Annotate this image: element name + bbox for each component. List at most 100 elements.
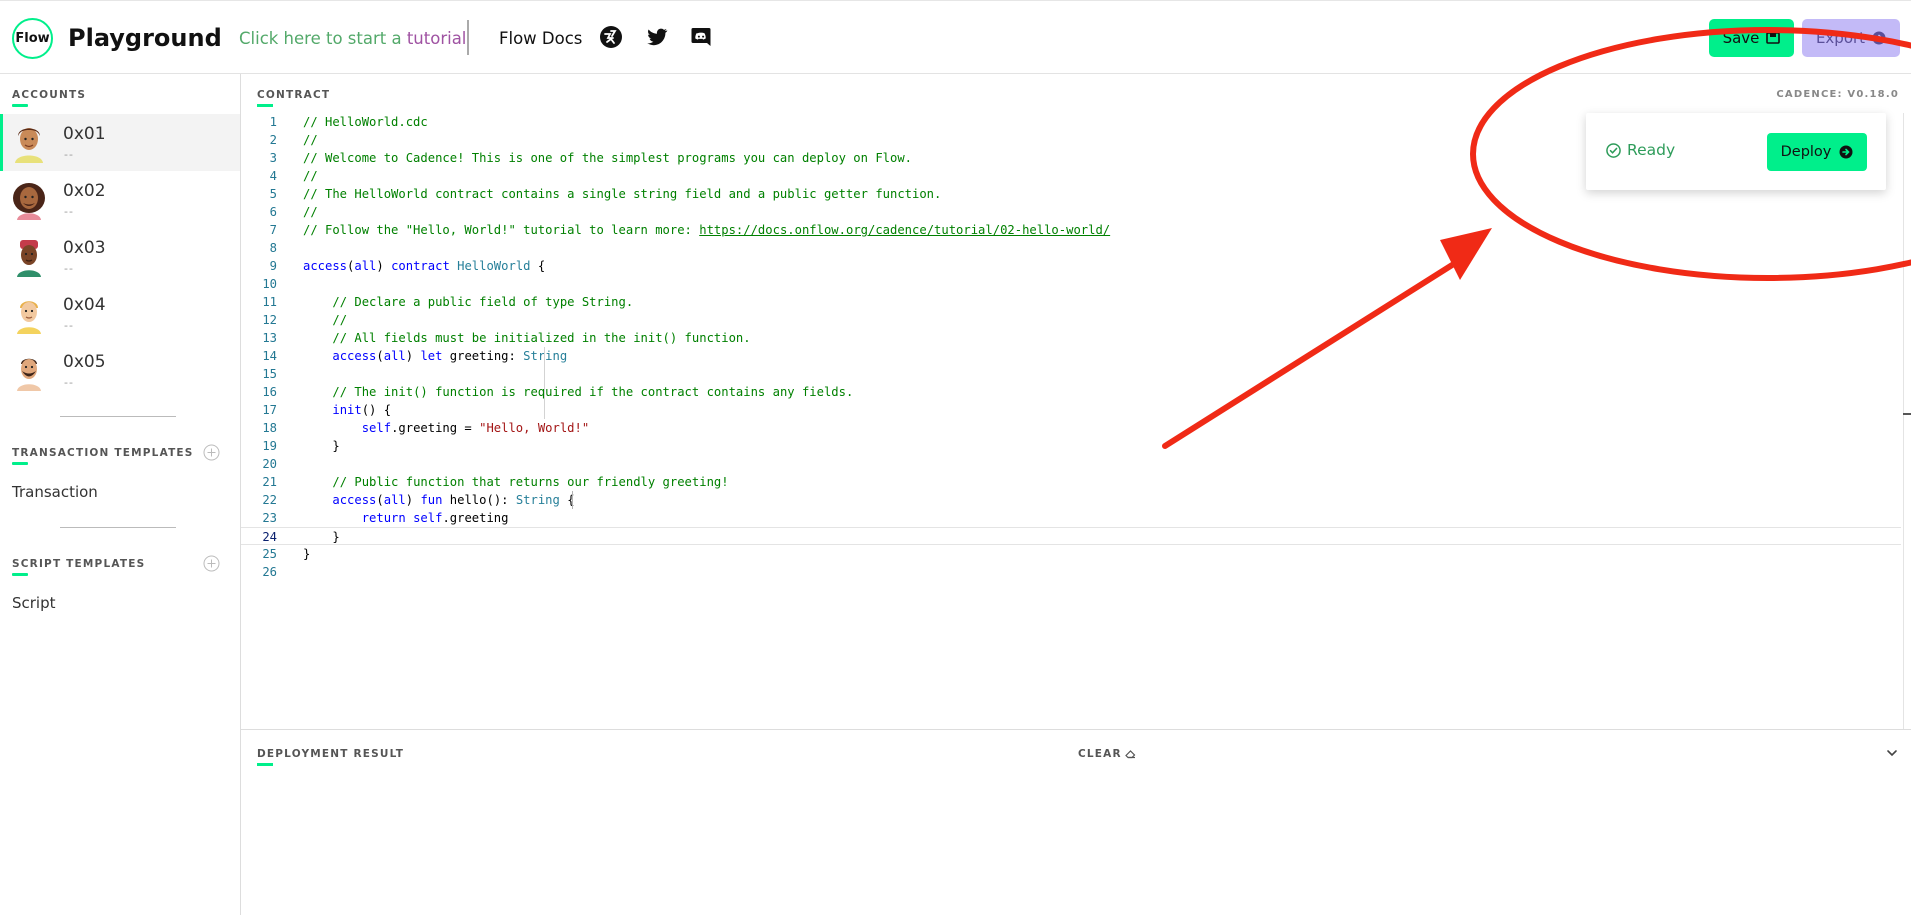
line-text: access(all) let greeting: String	[303, 347, 567, 365]
account-0x05[interactable]: 0x05 --	[0, 342, 240, 399]
account-0x01[interactable]: 0x01 --	[0, 114, 240, 171]
line-text: //	[303, 311, 347, 329]
code-line[interactable]: 7 // Follow the "Hello, World!" tutorial …	[241, 221, 1901, 239]
heading-underline	[257, 104, 273, 107]
add-transaction-template-icon[interactable]	[203, 444, 220, 461]
code-token: all	[354, 259, 377, 273]
editor-scrollbar[interactable]	[1903, 113, 1911, 729]
code-line[interactable]: 11 // Declare a public field of type Str…	[241, 293, 1901, 311]
cadence-version: CADENCE: V0.18.0	[1776, 89, 1899, 100]
line-text: //	[303, 131, 318, 149]
avatar-0x02-icon	[13, 183, 45, 220]
script-template-item[interactable]: Script	[12, 594, 56, 612]
line-number: 10	[262, 277, 277, 291]
code-line[interactable]: 8	[241, 239, 1901, 257]
line-text: //	[303, 167, 318, 185]
account-address: 0x04	[63, 295, 106, 315]
code-token: }	[303, 547, 311, 561]
code-line[interactable]: 9 access(all) contract HelloWorld {	[241, 257, 1901, 275]
code-line[interactable]: 16 // The init() function is required if…	[241, 383, 1901, 401]
clear-button[interactable]: CLEAR	[1078, 748, 1136, 760]
line-number: 7	[269, 223, 277, 237]
code-line[interactable]: 17 init() {	[241, 401, 1901, 419]
line-number: 15	[262, 367, 277, 381]
script-templates-heading: SCRIPT TEMPLATES	[12, 558, 146, 570]
line-text: init() {	[303, 401, 391, 419]
account-0x02[interactable]: 0x02 --	[0, 171, 240, 228]
code-line[interactable]: 14 access(all) let greeting: String	[241, 347, 1901, 365]
account-0x03[interactable]: 0x03 --	[0, 228, 240, 285]
code-token: )	[405, 349, 421, 363]
code-token: // The HelloWorld contract contains a si…	[303, 187, 942, 201]
code-line[interactable]: 25}	[241, 545, 1901, 563]
code-line[interactable]: 18 self.greeting = "Hello, World!"	[241, 419, 1901, 437]
arrow-right-circle-icon	[1872, 31, 1886, 45]
code-token: all	[383, 349, 406, 363]
code-token: // HelloWorld.cdc	[303, 115, 428, 129]
code-line[interactable]: 15	[241, 365, 1901, 383]
avatar-0x03-icon	[17, 240, 41, 277]
line-number: 9	[269, 259, 277, 273]
indent-guide	[572, 491, 573, 509]
code-line[interactable]: 22 access(all) fun hello(): String {	[241, 491, 1901, 509]
line-text: // Welcome to Cadence! This is one of th…	[303, 149, 912, 167]
code-line[interactable]: 19 }	[241, 437, 1901, 455]
line-number: 26	[262, 565, 277, 579]
heading-underline	[12, 462, 28, 465]
account-address: 0x01	[63, 124, 106, 144]
code-token: all	[383, 493, 406, 507]
accounts-heading: ACCOUNTS	[12, 89, 87, 101]
chevron-down-icon[interactable]	[1885, 746, 1899, 760]
line-number: 23	[262, 511, 277, 525]
export-button[interactable]: Export	[1802, 19, 1900, 57]
code-token: contract	[391, 259, 450, 273]
code-token: // Welcome to Cadence! This is one of th…	[303, 151, 913, 165]
line-text: // The init() function is required if th…	[303, 383, 853, 401]
deploy-status: Ready	[1606, 141, 1675, 159]
code-line[interactable]: 21 // Public function that returns our f…	[241, 473, 1901, 491]
code-line[interactable]: 20	[241, 455, 1901, 473]
flow-run-icon[interactable]	[599, 25, 623, 49]
line-number: 19	[262, 439, 277, 453]
add-script-template-icon[interactable]	[203, 555, 220, 572]
code-line[interactable]: 6 //	[241, 203, 1901, 221]
check-circle-icon	[1606, 142, 1621, 158]
code-token: {	[530, 259, 546, 273]
discord-icon[interactable]	[689, 25, 713, 49]
code-line[interactable]: 24 }	[241, 527, 1901, 545]
save-icon	[1766, 32, 1781, 44]
contract-heading: CONTRACT	[257, 89, 331, 101]
heading-underline	[257, 763, 273, 766]
flow-docs-link[interactable]: Flow Docs	[499, 29, 582, 48]
start-tutorial-link[interactable]: Click here to start a tutorial	[239, 29, 466, 48]
line-number: 20	[262, 457, 277, 471]
line-text: // HelloWorld.cdc	[303, 113, 428, 131]
code-line[interactable]: 23 return self.greeting	[241, 509, 1901, 527]
eraser-icon	[1124, 750, 1136, 759]
twitter-icon[interactable]	[645, 25, 669, 49]
arrow-right-circle-icon	[1839, 145, 1853, 159]
save-button[interactable]: Save	[1709, 19, 1794, 57]
code-line[interactable]: 26	[241, 563, 1901, 581]
header-divider	[467, 20, 469, 55]
transaction-template-item[interactable]: Transaction	[12, 483, 98, 501]
code-token: self	[413, 511, 443, 525]
line-number: 6	[269, 205, 277, 219]
flow-logo[interactable]: Flow	[12, 18, 53, 59]
code-line[interactable]: 12 //	[241, 311, 1901, 329]
tutorial-url-link[interactable]: https://docs.onflow.org/cadence/tutorial…	[699, 223, 1110, 237]
code-token: "Hello, World!"	[479, 421, 590, 435]
code-line[interactable]: 10	[241, 275, 1901, 293]
code-token: () {	[361, 403, 392, 417]
line-text: //	[303, 203, 318, 221]
line-text: access(all) fun hello(): String {	[303, 491, 574, 509]
deploy-button[interactable]: Deploy	[1767, 133, 1867, 171]
code-token: )	[376, 259, 392, 273]
code-line[interactable]: 13 // All fields must be initialized in …	[241, 329, 1901, 347]
code-token: // All fields must be initialized in the…	[332, 331, 751, 345]
line-number: 24	[262, 530, 277, 544]
account-0x04[interactable]: 0x04 --	[0, 285, 240, 342]
